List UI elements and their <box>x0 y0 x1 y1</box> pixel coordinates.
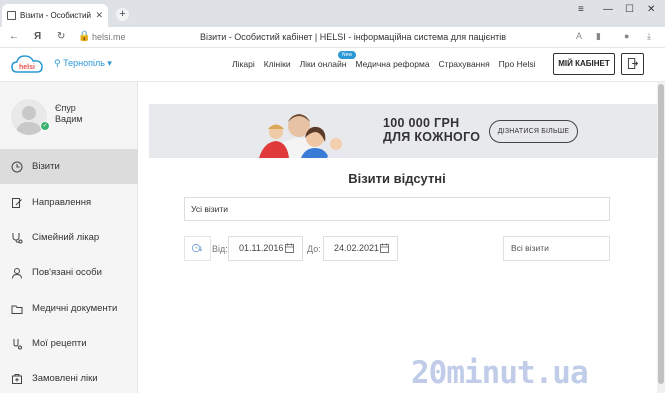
clock-icon <box>11 161 23 172</box>
close-window-icon[interactable]: ✕ <box>647 4 655 15</box>
sidebar-item-visits[interactable]: Візити <box>0 149 138 184</box>
new-tab-button[interactable]: + <box>116 8 129 21</box>
watermark: 20minut.ua <box>411 355 589 391</box>
sidebar-item-label: Направлення <box>32 197 92 208</box>
nav-insurance[interactable]: Страхування <box>439 59 490 69</box>
sidebar-item-label: Мої рецепти <box>32 338 87 349</box>
lock-icon: 🔒 <box>78 31 91 42</box>
calendar-icon <box>285 243 294 253</box>
to-label: До: <box>307 244 321 254</box>
visits-filter-select[interactable]: Усі візити <box>184 197 610 221</box>
page-title: Візити - Особистий кабінет | HELSI - інф… <box>200 32 507 42</box>
empty-state-title: Візити відсутні <box>348 171 446 186</box>
verified-icon: ✓ <box>40 121 50 131</box>
to-date-field[interactable]: 24.02.2021 <box>323 236 398 261</box>
nav-clinics[interactable]: Клініки <box>264 59 291 69</box>
logout-icon <box>627 58 639 69</box>
visit-type-select[interactable]: Всі візити <box>503 236 610 261</box>
chevron-down-icon: ▾ <box>107 58 112 68</box>
pharmacy-icon <box>12 373 22 384</box>
nav-online-drugs[interactable]: Ліки онлайн <box>300 59 347 69</box>
url-field[interactable]: helsi.me <box>92 32 126 42</box>
location-pin-icon: ⚲ <box>54 58 61 68</box>
sidebar-item-medical-documents[interactable]: Медичні документи <box>0 291 138 326</box>
promo-banner[interactable]: 100 000 ГРН ДЛЯ КОЖНОГО ДІЗНАТИСЯ БІЛЬШЕ <box>149 104 664 158</box>
city-selector[interactable]: ⚲ Тернопіль ▾ <box>54 58 112 69</box>
nav-doctors[interactable]: Лікарі <box>232 59 255 69</box>
tab-title: Візити - Особистий кабінет | HELSI <box>20 11 92 20</box>
close-tab-icon[interactable]: ✕ <box>95 10 103 21</box>
my-cabinet-button[interactable]: МІЙ КАБІНЕТ <box>553 53 615 75</box>
learn-more-button[interactable]: ДІЗНАТИСЯ БІЛЬШЕ <box>489 120 578 143</box>
person-icon <box>12 267 22 279</box>
translate-icon[interactable]: A <box>576 31 582 41</box>
sidebar-item-label: Візити <box>32 161 60 172</box>
sidebar-item-family-doctor[interactable]: Сімейний лікар <box>0 220 138 255</box>
stethoscope-icon <box>12 232 23 243</box>
bookmark-icon[interactable]: ▮ <box>596 31 601 42</box>
sidebar-item-label: Пов'язані особи <box>32 267 102 278</box>
reload-icon[interactable]: ↻ <box>57 31 65 42</box>
user-last-name: Вадим <box>55 114 83 124</box>
maximize-icon[interactable]: ☐ <box>625 4 634 15</box>
sort-button[interactable] <box>184 236 211 261</box>
page-favicon-icon <box>7 11 16 20</box>
folder-icon <box>11 305 23 314</box>
browser-tab[interactable]: Візити - Особистий кабінет | HELSI ✕ <box>2 4 108 27</box>
user-first-name: Єпур <box>55 103 76 113</box>
banner-title-line2: ДЛЯ КОЖНОГО <box>383 130 481 144</box>
scrollbar-thumb[interactable] <box>658 84 664 384</box>
city-name: Тернопіль <box>63 58 105 68</box>
nav-medical-reform[interactable]: Медична реформа <box>355 59 429 69</box>
helsi-logo[interactable]: helsi <box>11 53 44 75</box>
family-photo <box>149 104 379 158</box>
sidebar-item-label: Сімейний лікар <box>32 232 100 243</box>
sidebar-item-label: Медичні документи <box>32 303 118 314</box>
logout-button[interactable] <box>621 53 644 75</box>
new-badge: New <box>338 51 357 59</box>
sidebar-item-ordered-drugs[interactable]: Замовлені ліки <box>0 361 138 393</box>
from-label: Від: <box>212 244 228 254</box>
top-navigation: Лікарі Клініки Ліки онлайн Медична рефор… <box>232 59 545 69</box>
prescription-icon <box>13 338 22 349</box>
sidebar: ✓ Єпур Вадим Візити Направлення Сімейний… <box>0 82 138 393</box>
sidebar-item-prescriptions[interactable]: Мої рецепти <box>0 326 138 361</box>
from-date-value: 01.11.2016 <box>239 243 284 253</box>
banner-title: 100 000 ГРН ДЛЯ КОЖНОГО <box>383 116 480 144</box>
download-icon[interactable]: ⤓ <box>647 31 651 42</box>
sort-clock-icon <box>191 243 203 253</box>
sidebar-item-label: Замовлені ліки <box>32 373 98 384</box>
extension-icon[interactable]: ● <box>624 31 629 41</box>
user-name: Єпур Вадим <box>55 103 82 125</box>
menu-icon[interactable]: ≡ <box>578 4 584 15</box>
to-date-value: 24.02.2021 <box>334 243 380 253</box>
back-icon[interactable]: ← <box>9 31 19 42</box>
page-scrollbar[interactable] <box>657 82 665 393</box>
user-profile[interactable]: ✓ Єпур Вадим <box>0 82 138 149</box>
browser-tabstrip: Візити - Особистий кабінет | HELSI ✕ + ≡… <box>0 0 665 27</box>
site-header: helsi ⚲ Тернопіль ▾ Лікарі Клініки Ліки … <box>0 48 665 82</box>
from-date-field[interactable]: 01.11.2016 <box>228 236 303 261</box>
calendar-icon <box>380 243 389 253</box>
svg-text:helsi: helsi <box>19 64 35 71</box>
banner-title-line1: 100 000 ГРН <box>383 116 460 130</box>
sidebar-item-referrals[interactable]: Направлення <box>0 185 138 220</box>
sidebar-item-related-persons[interactable]: Пов'язані особи <box>0 255 138 290</box>
browser-logo-icon[interactable]: Я <box>34 31 41 42</box>
address-bar: ← Я ↻ 🔒 helsi.me Візити - Особистий кабі… <box>0 27 665 48</box>
nav-about[interactable]: Про Helsi <box>499 59 536 69</box>
document-edit-icon <box>12 197 22 208</box>
minimize-icon[interactable]: — <box>603 4 613 15</box>
